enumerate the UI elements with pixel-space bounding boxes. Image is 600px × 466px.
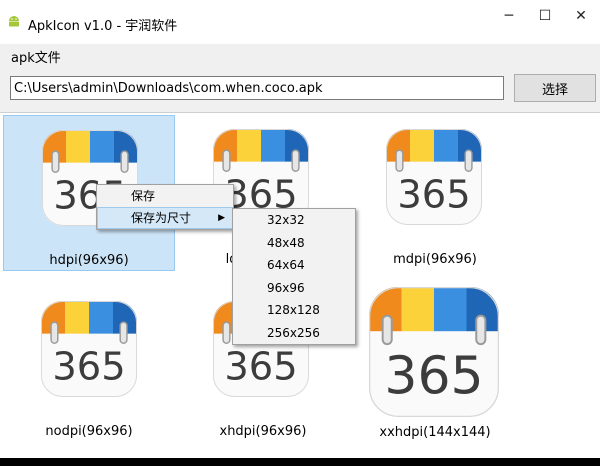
icon-tile-xxhdpi[interactable]: 365 xxhdpi(144x144) [349, 287, 521, 443]
size-submenu: 32x32 48x48 64x64 96x96 128x128 256x256 [232, 208, 356, 345]
size-option[interactable]: 64x64 [233, 254, 355, 277]
size-option[interactable]: 128x128 [233, 299, 355, 322]
calendar-365-icon: 365 [386, 129, 482, 225]
size-option[interactable]: 48x48 [233, 232, 355, 255]
choose-button[interactable]: 选择 [514, 74, 596, 102]
calendar-365-icon: 365 [41, 301, 137, 397]
title-bar[interactable]: ApkIcon v1.0 - 宇润软件 ─ ☐ ✕ [0, 0, 600, 44]
calendar-number: 365 [52, 345, 125, 390]
app-window: ApkIcon v1.0 - 宇润软件 ─ ☐ ✕ apk文件 选择 365 hd… [0, 0, 600, 458]
close-button[interactable]: ✕ [558, 0, 600, 32]
apk-path-input[interactable] [10, 76, 504, 100]
menu-item-save-as-size[interactable]: 保存为尺寸 ▶ [97, 207, 233, 229]
submenu-arrow-icon: ▶ [218, 213, 225, 223]
size-option[interactable]: 256x256 [233, 322, 355, 345]
android-icon [9, 16, 19, 27]
size-option[interactable]: 96x96 [233, 277, 355, 300]
icon-tile-nodpi[interactable]: 365 nodpi(96x96) [3, 287, 175, 443]
icon-size-label: hdpi(96x96) [49, 253, 129, 268]
menu-item-label: 保存为尺寸 [131, 211, 192, 225]
icon-size-label: xxhdpi(144x144) [379, 425, 491, 440]
apk-file-label: apk文件 [11, 51, 61, 66]
context-menu: 保存 保存为尺寸 ▶ [96, 184, 234, 230]
size-option[interactable]: 32x32 [233, 209, 355, 232]
menu-item-save[interactable]: 保存 [97, 185, 233, 207]
calendar-number: 365 [224, 345, 297, 390]
icon-size-label: xhdpi(96x96) [219, 424, 307, 439]
icon-tile-mdpi[interactable]: 365 mdpi(96x96) [349, 115, 521, 271]
calendar-number: 365 [397, 173, 470, 218]
icon-size-label: mdpi(96x96) [393, 252, 477, 267]
calendar-number: 365 [384, 347, 483, 407]
icon-size-label: nodpi(96x96) [45, 424, 133, 439]
calendar-365-icon: 365 [369, 287, 499, 417]
window-title: ApkIcon v1.0 - 宇润软件 [28, 19, 178, 34]
